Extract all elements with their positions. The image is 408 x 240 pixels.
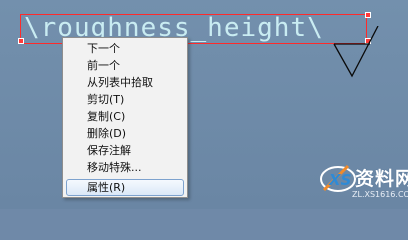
- menu-item-properties[interactable]: 属性(R): [87, 180, 125, 196]
- menu-item-next[interactable]: 下一个: [87, 41, 120, 57]
- drawing-canvas[interactable]: \roughness_height\ 下一个 前一个 从列表中拾取 剪切(T) …: [0, 0, 408, 209]
- menu-item-copy[interactable]: 复制(C): [87, 109, 125, 125]
- menu-item-move-special[interactable]: 移动特殊...: [87, 160, 142, 176]
- context-menu: 下一个 前一个 从列表中拾取 剪切(T) 复制(C) 删除(D) 保存注解 移动…: [62, 37, 188, 198]
- selection-grip-top-right[interactable]: [365, 12, 371, 18]
- menu-item-delete[interactable]: 删除(D): [87, 126, 126, 142]
- watermark-url: ZL.XS1616.COM: [352, 190, 408, 199]
- svg-text:XS: XS: [328, 171, 351, 189]
- watermark: XS 资料网 ZL.XS1616.COM: [318, 156, 408, 209]
- menu-item-pick-from-list[interactable]: 从列表中拾取: [87, 75, 153, 91]
- surface-finish-symbol-icon: [333, 26, 379, 78]
- menu-item-cut[interactable]: 剪切(T): [87, 92, 124, 108]
- menu-item-save-annotation[interactable]: 保存注解: [87, 143, 131, 159]
- menu-item-previous[interactable]: 前一个: [87, 58, 120, 74]
- watermark-title: 资料网: [355, 168, 408, 190]
